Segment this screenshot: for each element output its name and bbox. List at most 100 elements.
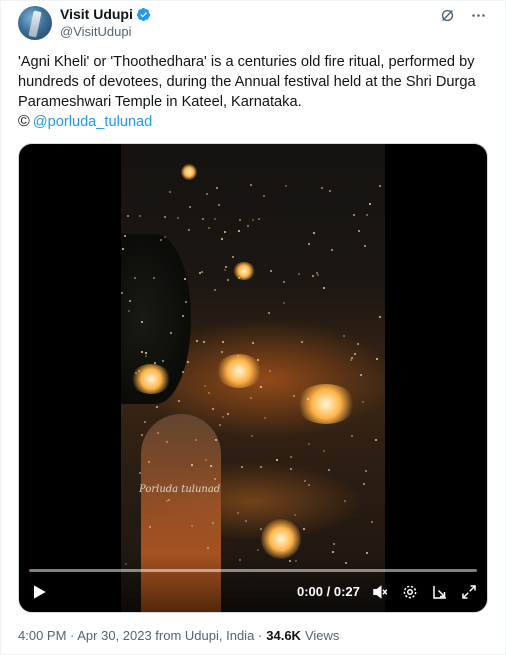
fire-spark [214, 288, 217, 291]
fire-spark [181, 370, 184, 373]
fire-spark [237, 372, 240, 375]
fire-spark [307, 242, 310, 245]
fire-spark [311, 275, 314, 278]
fire-spark [227, 279, 230, 282]
fire-spark [358, 229, 361, 232]
display-name[interactable]: Visit Udupi [60, 6, 133, 22]
fire-spark [353, 213, 356, 216]
settings-gear-icon[interactable] [401, 583, 419, 601]
fire-spark [365, 214, 368, 217]
views-count: 34.6K [266, 628, 301, 643]
fire-spark [201, 217, 204, 220]
more-options-icon[interactable] [470, 7, 487, 24]
fire-spark [331, 551, 334, 554]
fire-spark [307, 484, 310, 487]
fire-spark [148, 526, 151, 529]
fire-spark [362, 483, 365, 486]
fire-spark [313, 232, 316, 235]
fullscreen-icon[interactable] [460, 583, 478, 601]
fire-spark [176, 216, 179, 219]
fire-spark [283, 301, 286, 304]
fire-spark [164, 216, 167, 219]
flame [131, 364, 171, 394]
fire-spark [187, 360, 190, 363]
fire-spark [190, 524, 193, 527]
fire-spark [128, 309, 131, 312]
video-controls: 0:00 / 0:27 [19, 554, 487, 612]
tweet-meta: 4:00 PM · Apr 30, 2023 from Udupi, India… [18, 628, 339, 643]
fire-spark [121, 247, 124, 250]
fire-spark [126, 215, 129, 218]
fire-spark [220, 237, 223, 240]
fire-spark [208, 391, 211, 394]
fire-spark [376, 358, 379, 361]
fire-spark [212, 408, 215, 411]
fire-spark [204, 384, 207, 387]
video-player[interactable]: Porluda tulunad 0:00 / 0:27 [18, 143, 488, 613]
fire-spark [300, 340, 303, 343]
fire-spark [144, 355, 147, 358]
fire-spark [241, 465, 244, 468]
fire-spark [260, 386, 263, 389]
fire-spark [303, 528, 306, 531]
fire-spark [213, 477, 216, 480]
fire-spark [188, 205, 191, 208]
fire-spark [231, 255, 234, 258]
timestamp-location[interactable]: 4:00 PM · Apr 30, 2023 from Udupi, India… [18, 628, 262, 643]
fire-spark [320, 187, 323, 190]
progress-bar[interactable] [29, 569, 477, 572]
fire-spark [187, 229, 190, 232]
fire-spark [206, 546, 209, 549]
fire-spark [267, 311, 270, 314]
fire-spark [206, 193, 209, 196]
fire-spark [357, 342, 360, 345]
fire-spark [269, 370, 272, 373]
fire-spark [220, 351, 223, 354]
fire-spark [121, 291, 123, 294]
fire-spark [224, 231, 227, 234]
fire-spark [278, 544, 281, 547]
tweet-card: Visit Udupi @VisitUdupi 'Agni Kheli' or … [0, 0, 506, 655]
fire-spark [238, 276, 240, 279]
fire-spark [332, 543, 335, 546]
fire-spark [222, 341, 225, 344]
fire-spark [353, 352, 356, 355]
fire-spark [215, 186, 218, 189]
fire-spark [237, 512, 240, 515]
fire-spark [283, 281, 286, 284]
fire-spark [284, 185, 287, 188]
avatar[interactable] [18, 6, 52, 40]
play-icon[interactable] [29, 582, 49, 602]
fire-spark [169, 331, 172, 334]
fire-spark [307, 443, 310, 445]
author-name-row: Visit Udupi [60, 6, 151, 22]
fire-spark [177, 400, 180, 403]
top-actions [439, 7, 487, 24]
fire-spark [379, 315, 382, 318]
fire-spark [323, 286, 326, 289]
fire-spark [252, 341, 255, 344]
video-watermark: Porluda tulunad [139, 484, 221, 495]
fire-spark [137, 369, 140, 372]
pop-out-icon[interactable] [431, 583, 449, 601]
fire-spark [365, 470, 368, 473]
photo-credit: © @porluda_tulunad [18, 112, 152, 132]
fire-spark [251, 219, 254, 222]
fire-spark [128, 299, 131, 302]
fire-spark [317, 273, 320, 276]
fire-spark [351, 357, 354, 360]
fire-spark [276, 459, 279, 462]
fire-spark [262, 195, 265, 197]
fire-spark [360, 373, 363, 376]
video-frame: Porluda tulunad [121, 144, 385, 612]
fire-spark [207, 226, 210, 229]
author-handle[interactable]: @VisitUdupi [60, 24, 132, 39]
grok-icon[interactable] [439, 7, 456, 24]
fire-spark [134, 371, 137, 374]
video-time: 0:00 / 0:27 [297, 584, 360, 599]
copyright-symbol: © [18, 113, 30, 130]
views-label: Views [304, 628, 340, 643]
fire-spark [211, 521, 214, 524]
volume-muted-icon[interactable] [371, 583, 389, 601]
credit-mention-link[interactable]: @porluda_tulunad [33, 112, 153, 132]
